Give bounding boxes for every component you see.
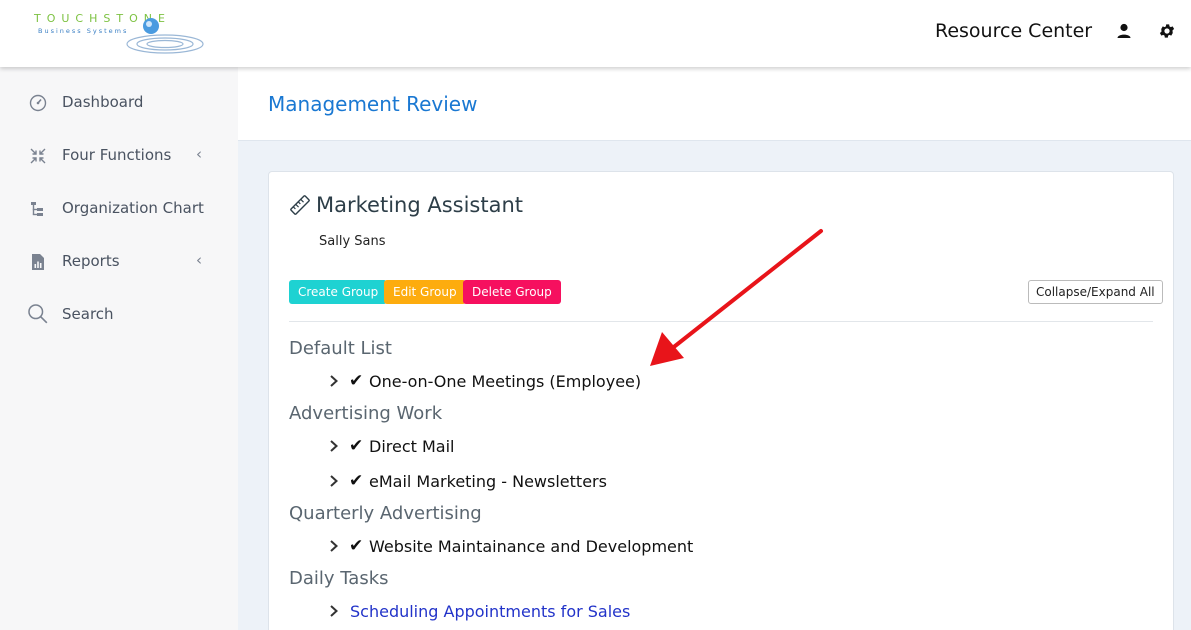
chevron-right-icon[interactable]: [329, 439, 339, 453]
sidebar-item-label: Four Functions: [62, 146, 172, 164]
item-label: Direct Mail: [369, 437, 455, 456]
check-icon: ✔: [349, 536, 364, 556]
user-icon[interactable]: [1115, 22, 1133, 40]
list-item[interactable]: ✔ One-on-One Meetings (Employee): [329, 371, 669, 394]
collapse-expand-all-button[interactable]: Collapse/Expand All: [1028, 280, 1163, 304]
sidebar-item-label: Reports: [62, 252, 120, 270]
list-item[interactable]: ✔ eMail Marketing - Newsletters: [329, 471, 629, 494]
check-icon: ✔: [349, 436, 364, 456]
chevron-right-icon[interactable]: [329, 539, 339, 553]
sidebar-item-search[interactable]: Search: [0, 296, 238, 336]
logo-ripple-icon: [126, 18, 204, 54]
main-content: Management Review Marketing Assistant Sa…: [238, 67, 1191, 630]
list-item[interactable]: ✔ Direct Mail: [329, 436, 529, 459]
logo-subtext: Business Systems: [38, 27, 129, 35]
chevron-left-icon: ‹: [196, 251, 202, 269]
page-title: Management Review: [268, 92, 478, 116]
chevron-right-icon[interactable]: [329, 474, 339, 488]
report-document-icon: [32, 254, 44, 270]
group-heading: Default List: [289, 338, 392, 359]
item-label: Website Maintainance and Development: [369, 537, 694, 556]
group-heading: Daily Tasks: [289, 568, 389, 589]
delete-group-button[interactable]: Delete Group: [463, 280, 561, 304]
search-icon: [28, 304, 48, 324]
list-item[interactable]: Scheduling Appointments for Sales: [329, 602, 659, 624]
employee-name: Sally Sans: [319, 234, 386, 249]
ruler-icon: [290, 195, 310, 215]
sidebar-item-dashboard[interactable]: Dashboard: [0, 84, 238, 124]
resource-center-link[interactable]: Resource Center: [935, 20, 1092, 42]
edit-group-button[interactable]: Edit Group: [384, 280, 466, 304]
divider: [289, 321, 1153, 322]
item-label: eMail Marketing - Newsletters: [369, 472, 607, 491]
chevron-right-icon[interactable]: [329, 374, 339, 388]
sidebar-item-label: Search: [62, 305, 114, 323]
check-icon: ✔: [349, 471, 364, 491]
top-header: TOUCHSTONE Business Systems Resource Cen…: [0, 0, 1191, 67]
sidebar-item-reports[interactable]: Reports ‹: [0, 243, 238, 283]
card-title: Marketing Assistant: [316, 193, 524, 217]
page-header: Management Review: [238, 67, 1191, 141]
list-item[interactable]: ✔ Website Maintainance and Development: [329, 536, 729, 559]
touchstone-logo[interactable]: TOUCHSTONE Business Systems: [30, 10, 210, 58]
org-chart-icon: [31, 202, 43, 216]
sidebar: Dashboard Four Functions ‹ Organization …: [0, 67, 238, 630]
chevron-left-icon: ‹: [196, 145, 202, 163]
create-group-button[interactable]: Create Group: [289, 280, 388, 304]
gear-icon[interactable]: [1158, 22, 1176, 40]
dashboard-gauge-icon: [29, 94, 47, 112]
sidebar-item-label: Dashboard: [62, 93, 144, 111]
compress-arrows-icon: [30, 148, 46, 164]
group-heading: Quarterly Advertising: [289, 503, 482, 524]
item-link-label[interactable]: Scheduling Appointments for Sales: [350, 602, 630, 621]
item-label: One-on-One Meetings (Employee): [369, 372, 642, 391]
sidebar-item-label: Organization Chart: [62, 199, 204, 217]
sidebar-item-organization-chart[interactable]: Organization Chart: [0, 190, 238, 230]
check-icon: ✔: [349, 371, 364, 391]
sidebar-item-four-functions[interactable]: Four Functions ‹: [0, 137, 238, 177]
group-heading: Advertising Work: [289, 403, 443, 424]
chevron-right-icon[interactable]: [329, 604, 339, 618]
review-card: Marketing Assistant Sally Sans Create Gr…: [268, 171, 1174, 630]
